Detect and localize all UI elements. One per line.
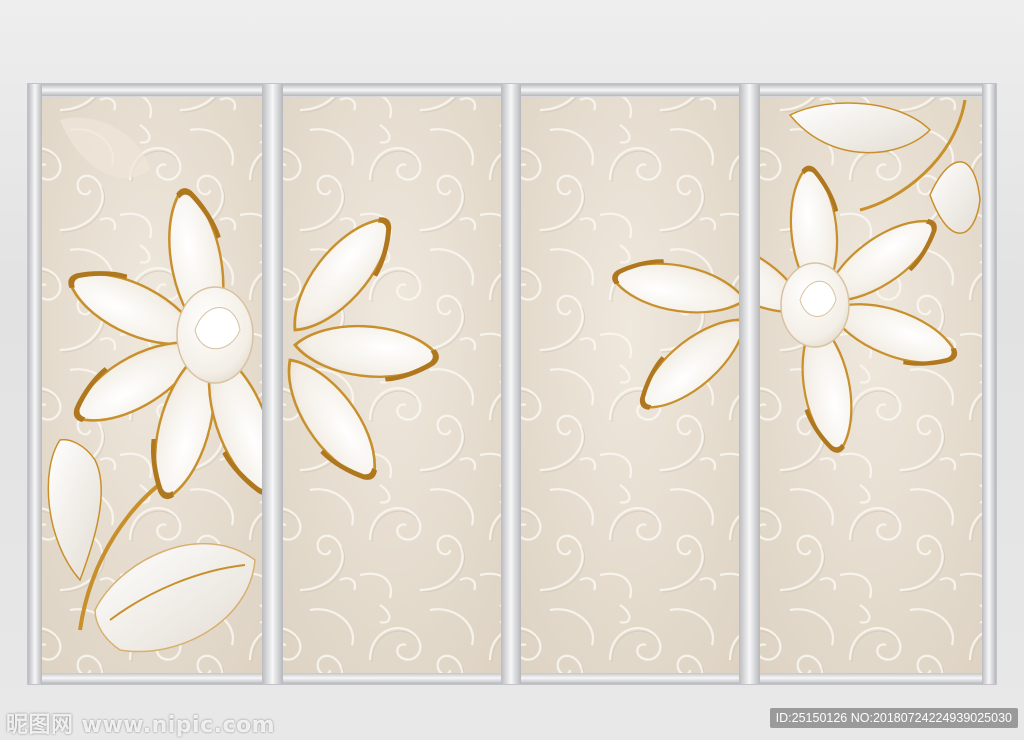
divider-2 [501,84,521,684]
watermark-id: ID:25150126 NO:20180724224939025030 [769,708,1018,728]
divider-3 [739,84,760,684]
wall-mural-artwork [27,83,997,685]
panel-3 [521,97,739,673]
watermark-site: 昵图网 www.nipic.com [6,713,276,738]
divider-1 [262,84,283,684]
